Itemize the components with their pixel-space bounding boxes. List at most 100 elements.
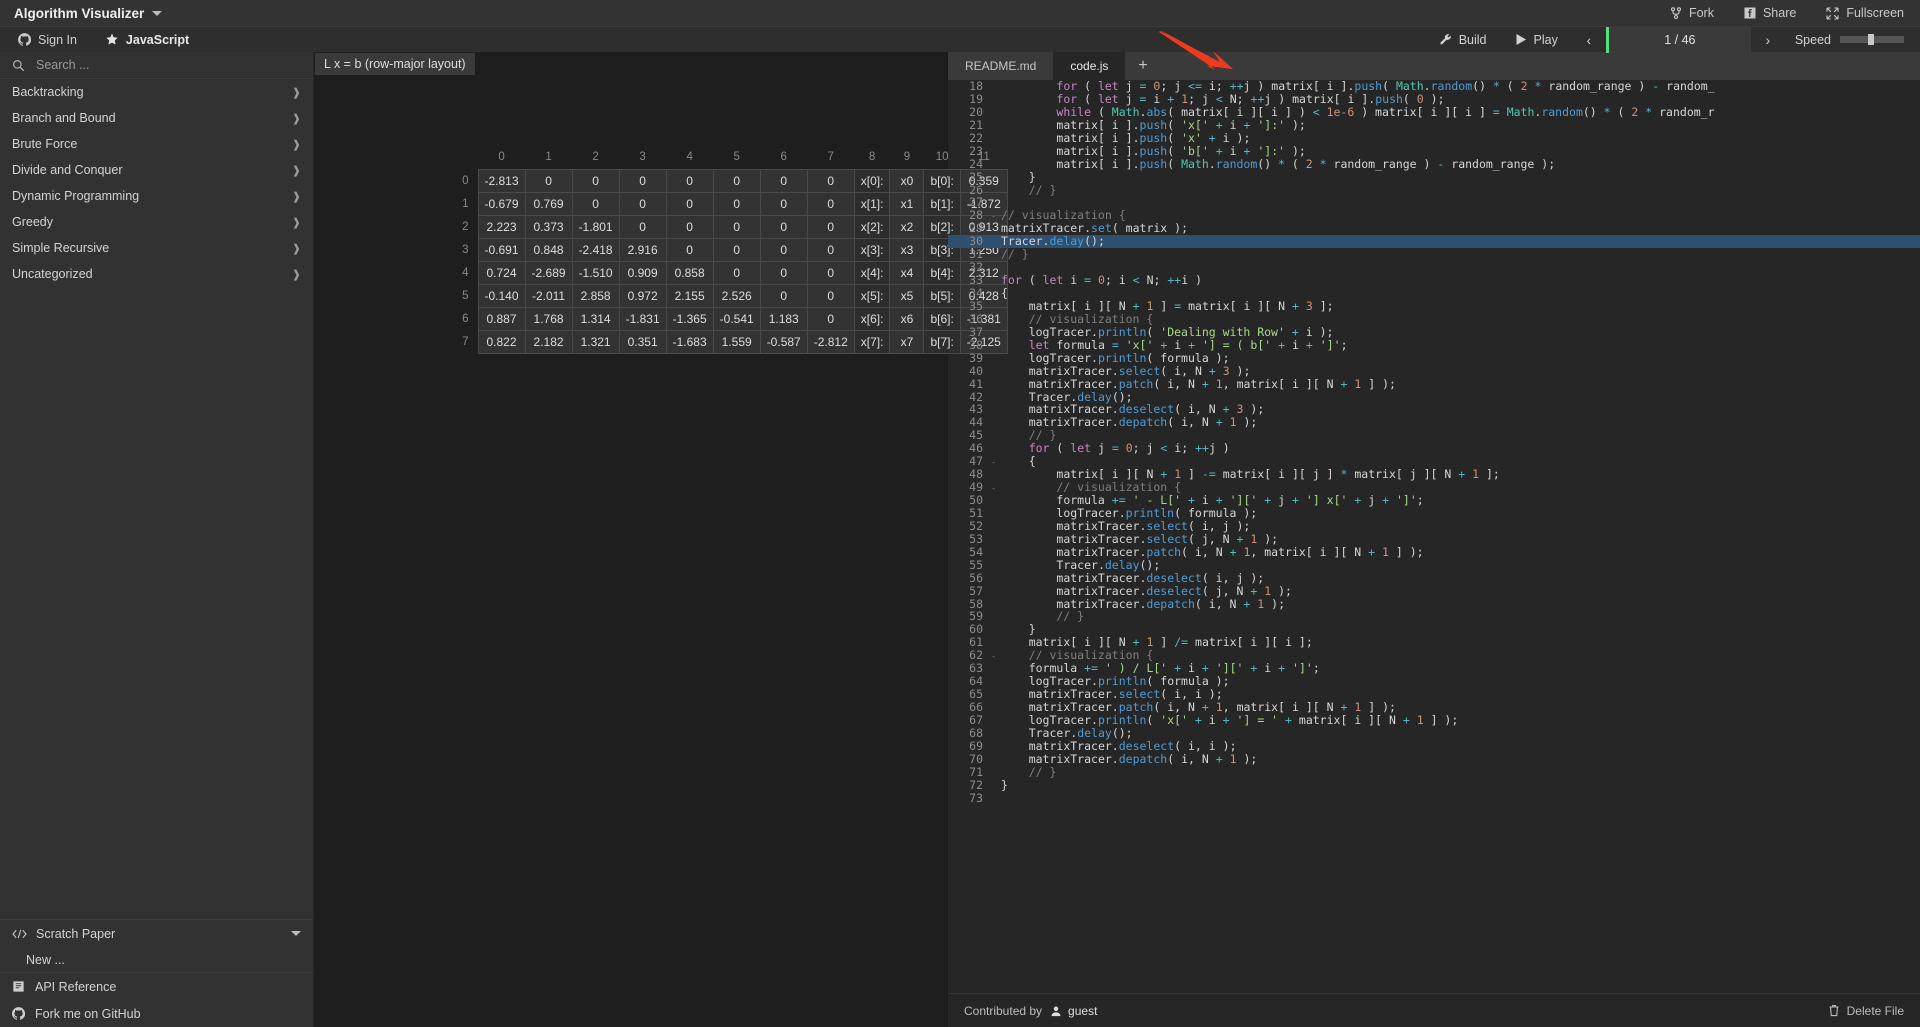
matrix-cell[interactable]: x5 (889, 283, 925, 308)
fold-marker[interactable]: - (988, 649, 999, 662)
matrix-cell[interactable]: 0 (618, 191, 667, 216)
fold-marker[interactable] (988, 559, 999, 572)
chevron-down-icon[interactable] (291, 931, 301, 936)
matrix-cell[interactable]: 0 (759, 168, 808, 193)
sidebar-item-uncategorized[interactable]: Uncategorized ❱ (0, 261, 313, 287)
fold-marker[interactable] (988, 546, 999, 559)
previous-step-button[interactable]: ‹ (1572, 27, 1606, 53)
matrix-cell[interactable]: 0 (618, 214, 667, 239)
matrix-cell[interactable]: -0.691 (477, 237, 526, 262)
fold-marker[interactable] (988, 623, 999, 636)
matrix-cell[interactable]: -2.011 (524, 283, 573, 308)
matrix-cell[interactable]: 1.314 (571, 306, 620, 331)
matrix-cell[interactable]: 0 (759, 260, 808, 285)
fold-marker[interactable] (988, 196, 999, 209)
fold-marker[interactable] (988, 662, 999, 675)
fold-marker[interactable] (988, 171, 999, 184)
matrix-cell[interactable]: x4 (889, 260, 925, 285)
api-reference-link[interactable]: API Reference (0, 973, 313, 1000)
fold-marker[interactable] (988, 391, 999, 404)
fold-marker[interactable] (988, 507, 999, 520)
fold-marker[interactable] (988, 572, 999, 585)
code-line[interactable]: 31// } (948, 248, 1920, 261)
fold-marker[interactable] (988, 365, 999, 378)
matrix-cell[interactable]: x0 (889, 168, 925, 193)
code-line[interactable]: 58 matrixTracer.depatch( i, N + 1 ); (948, 597, 1920, 611)
fold-marker[interactable] (988, 339, 999, 352)
sidebar-item-brute-force[interactable]: Brute Force ❱ (0, 131, 313, 157)
sign-in-button[interactable]: Sign In (18, 33, 77, 47)
code-line[interactable]: 66 matrixTracer.patch( i, N + 1, matrix[… (948, 701, 1920, 714)
fold-marker[interactable] (988, 494, 999, 507)
chevron-down-icon[interactable] (152, 10, 163, 16)
code-line[interactable]: 38 let formula = 'x[' + i + '] = ( b[' +… (948, 338, 1920, 352)
app-brand[interactable]: Algorithm Visualizer (0, 6, 163, 21)
code-line[interactable]: 33 for ( let i = 0; i < N; ++i ) (948, 274, 1920, 287)
matrix-cell[interactable]: -0.541 (712, 306, 761, 331)
fold-marker[interactable] (988, 520, 999, 533)
fork-github-link[interactable]: Fork me on GitHub (0, 1000, 313, 1027)
code-line[interactable]: 46 for ( let j = 0; j < i; ++j ) (948, 442, 1920, 455)
fold-marker[interactable] (988, 274, 999, 287)
search-input[interactable]: Search ... (0, 52, 313, 79)
code-line[interactable]: 30 Tracer.delay(); (948, 235, 1920, 249)
matrix-cell[interactable]: 0 (571, 191, 620, 216)
matrix-cell[interactable]: 2.223 (477, 214, 526, 239)
matrix-cell[interactable]: 0.909 (618, 260, 667, 285)
matrix-cell[interactable]: 0.848 (524, 237, 573, 262)
code-line[interactable]: 34-{ (948, 287, 1920, 300)
matrix-cell[interactable]: -1.683 (665, 329, 714, 354)
fold-marker[interactable] (988, 300, 999, 313)
fold-marker[interactable] (988, 740, 999, 753)
scratch-paper-section[interactable]: Scratch Paper (0, 920, 313, 947)
matrix-cell[interactable]: x[5]: (853, 283, 891, 308)
fold-marker[interactable]: - (988, 313, 999, 326)
fold-marker[interactable]: - (988, 481, 999, 494)
fork-button[interactable]: Fork (1670, 6, 1714, 20)
code-line[interactable]: 24 matrix[ i ].push( Math.random() * ( 2… (948, 157, 1920, 171)
matrix-cell[interactable]: 0 (665, 191, 714, 216)
matrix-cell[interactable]: -2.813 (477, 168, 526, 193)
matrix-cell[interactable]: 0 (806, 306, 855, 331)
matrix-cell[interactable]: 0 (759, 283, 808, 308)
matrix-cell[interactable]: x7 (889, 329, 925, 354)
code-line[interactable]: 36- // visualization { (948, 312, 1920, 326)
fold-marker[interactable] (988, 610, 999, 623)
matrix-cell[interactable]: 2.155 (665, 283, 714, 308)
play-button[interactable]: Play (1501, 27, 1572, 53)
matrix-cell[interactable]: 0.724 (477, 260, 526, 285)
matrix-cell[interactable]: 0.373 (524, 214, 573, 239)
fold-marker[interactable] (988, 403, 999, 416)
matrix-cell[interactable]: -1.365 (665, 306, 714, 331)
fold-marker[interactable] (988, 416, 999, 429)
matrix-cell[interactable]: 0 (712, 191, 761, 216)
matrix-cell[interactable]: x[0]: (853, 168, 891, 193)
code-line[interactable]: 26 // } (948, 183, 1920, 197)
share-button[interactable]: Share (1744, 6, 1796, 20)
delete-file-button[interactable]: Delete File (1828, 1004, 1904, 1018)
code-line[interactable]: 59 // } (948, 610, 1920, 623)
matrix-cell[interactable]: -2.812 (806, 329, 855, 354)
fold-marker[interactable] (988, 80, 999, 93)
fold-marker[interactable] (988, 248, 999, 261)
matrix-cell[interactable]: 0.972 (618, 283, 667, 308)
fold-marker[interactable] (988, 378, 999, 391)
matrix-cell[interactable]: 0 (759, 214, 808, 239)
matrix-cell[interactable]: x[4]: (853, 260, 891, 285)
fold-marker[interactable] (988, 132, 999, 145)
fold-marker[interactable] (988, 119, 999, 132)
matrix-cell[interactable]: 2.858 (571, 283, 620, 308)
matrix-cell[interactable]: 0 (806, 260, 855, 285)
build-button[interactable]: Build (1425, 27, 1501, 53)
matrix-cell[interactable]: 1.183 (759, 306, 808, 331)
code-line[interactable]: 25 } (948, 170, 1920, 184)
fold-marker[interactable] (988, 442, 999, 455)
fold-marker[interactable] (988, 261, 999, 274)
fold-marker[interactable] (988, 158, 999, 171)
matrix-cell[interactable]: 0 (665, 214, 714, 239)
matrix-cell[interactable]: 0 (759, 237, 808, 262)
matrix-cell[interactable]: 0 (806, 191, 855, 216)
code-line[interactable]: 72} (948, 778, 1920, 792)
fold-marker[interactable] (988, 688, 999, 701)
code-line[interactable]: 70 matrixTracer.depatch( i, N + 1 ); (948, 752, 1920, 766)
